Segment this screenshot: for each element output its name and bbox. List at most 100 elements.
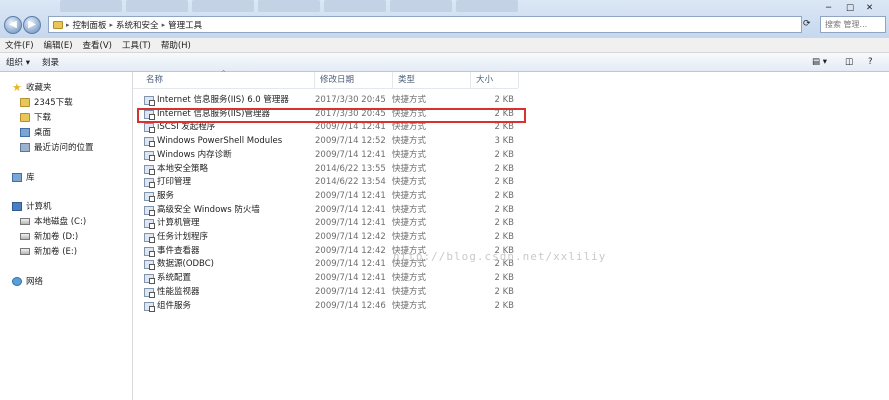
file-date: 2014/6/22 13:55 xyxy=(315,163,386,174)
refresh-icon[interactable]: ⟳ xyxy=(803,19,811,29)
organize-button[interactable]: 组织 ▾ xyxy=(0,56,36,68)
column-header-date[interactable]: 修改日期 xyxy=(315,72,393,88)
navigation-pane: ★ 收藏夹 2345下载 下载 桌面 最近访问的位置 库 计算机 本地磁盘 (C… xyxy=(0,72,133,400)
file-row[interactable]: Windows 内存诊断 2009/7/14 12:41 快捷方式 2 KB xyxy=(141,149,521,162)
back-button[interactable]: ◀ xyxy=(4,16,22,34)
nav-item-downloads[interactable]: 下载 xyxy=(20,111,51,123)
file-date: 2009/7/14 12:46 xyxy=(315,300,386,311)
address-bar[interactable]: ▸ 控制面板 ▸ 系统和安全 ▸ 管理工具 xyxy=(48,16,802,33)
file-name: 组件服务 xyxy=(157,300,192,311)
file-type: 快捷方式 xyxy=(392,163,427,174)
burn-button[interactable]: 刻录 xyxy=(36,56,65,68)
shortcut-icon xyxy=(144,205,155,216)
nav-item-drive-d[interactable]: 新加卷 (D:) xyxy=(20,230,78,242)
taskbar-tab xyxy=(192,0,254,12)
nav-item-recent-places[interactable]: 最近访问的位置 xyxy=(20,141,94,153)
file-row[interactable]: 打印管理 2014/6/22 13:54 快捷方式 2 KB xyxy=(141,176,521,189)
nav-computer[interactable]: 计算机 xyxy=(12,200,52,212)
network-icon xyxy=(12,276,22,286)
shortcut-icon xyxy=(144,287,155,298)
taskbar-tab xyxy=(126,0,188,12)
file-size: 2 KB xyxy=(494,273,514,284)
shortcut-icon xyxy=(144,301,155,312)
file-size: 2 KB xyxy=(494,177,514,188)
shortcut-icon xyxy=(144,274,155,285)
file-type: 快捷方式 xyxy=(392,232,427,242)
breadcrumb-system-security[interactable]: 系统和安全 xyxy=(113,19,162,31)
nav-favorites[interactable]: ★ 收藏夹 xyxy=(12,81,52,94)
taskbar-tab xyxy=(258,0,320,12)
breadcrumb-admin-tools[interactable]: 管理工具 xyxy=(165,19,205,31)
taskbar-tab xyxy=(390,0,452,12)
file-date: 2009/7/14 12:42 xyxy=(315,232,386,242)
file-row[interactable]: 系统配置 2009/7/14 12:41 快捷方式 2 KB xyxy=(141,272,521,285)
file-name: Windows 内存诊断 xyxy=(157,149,232,160)
menu-file[interactable]: 文件(F) xyxy=(0,39,39,51)
file-name: 高级安全 Windows 防火墙 xyxy=(157,204,260,215)
search-input[interactable]: 搜索 管理... xyxy=(820,16,886,33)
menu-help[interactable]: 帮助(H) xyxy=(156,39,196,51)
file-row[interactable]: 高级安全 Windows 防火墙 2009/7/14 12:41 快捷方式 2 KB xyxy=(141,204,521,217)
nav-label: 库 xyxy=(26,173,35,183)
file-date: 2009/7/14 12:41 xyxy=(315,190,386,201)
menu-bar: 文件(F) 编辑(E) 查看(V) 工具(T) 帮助(H) xyxy=(0,38,889,53)
shortcut-icon xyxy=(144,191,155,202)
maximize-icon[interactable]: □ xyxy=(846,3,854,13)
file-size: 2 KB xyxy=(494,122,514,133)
column-header-size[interactable]: 大小 xyxy=(471,72,519,88)
computer-icon xyxy=(12,201,22,211)
file-row[interactable]: Internet 信息服务(IIS) 6.0 管理器 2017/3/30 20:4… xyxy=(141,94,521,107)
shortcut-icon xyxy=(144,164,155,175)
nav-item-2345-downloads[interactable]: 2345下载 xyxy=(20,96,73,108)
minimize-icon[interactable]: ─ xyxy=(826,3,831,13)
file-date: 2017/3/30 20:45 xyxy=(315,95,386,105)
nav-item-drive-e[interactable]: 新加卷 (E:) xyxy=(20,245,77,257)
nav-libraries[interactable]: 库 xyxy=(12,171,35,183)
nav-item-desktop[interactable]: 桌面 xyxy=(20,126,51,138)
file-size: 2 KB xyxy=(494,190,514,201)
file-type: 快捷方式 xyxy=(392,136,427,147)
menu-tools[interactable]: 工具(T) xyxy=(117,39,156,51)
column-header-type[interactable]: 类型 xyxy=(393,72,471,88)
taskbar-tab xyxy=(324,0,386,12)
nav-label: 2345下载 xyxy=(34,98,73,108)
window-titlebar: ─ □ ✕ ◀ ▶ ▸ 控制面板 ▸ 系统和安全 ▸ 管理工具 ⟳ 搜索 管理.… xyxy=(0,0,889,39)
shortcut-icon xyxy=(144,260,155,271)
file-name: 计算机管理 xyxy=(157,218,200,229)
column-header-name[interactable]: 名称 xyxy=(141,72,315,88)
highlight-box xyxy=(137,108,526,123)
file-row[interactable]: 组件服务 2009/7/14 12:46 快捷方式 2 KB xyxy=(141,300,521,313)
drive-icon xyxy=(20,232,30,240)
file-date: 2009/7/14 12:41 xyxy=(315,286,386,297)
forward-button[interactable]: ▶ xyxy=(23,16,41,34)
shortcut-icon xyxy=(144,123,155,134)
nav-item-drive-c[interactable]: 本地磁盘 (C:) xyxy=(20,215,86,227)
shortcut-icon xyxy=(144,96,155,106)
file-row[interactable]: 本地安全策略 2014/6/22 13:55 快捷方式 2 KB xyxy=(141,163,521,176)
file-type: 快捷方式 xyxy=(392,190,427,201)
file-row[interactable]: 计算机管理 2009/7/14 12:41 快捷方式 2 KB xyxy=(141,217,521,230)
file-list: 名称 ^ 修改日期 类型 大小 Internet 信息服务(IIS) 6.0 管… xyxy=(133,70,889,400)
file-name: 事件查看器 xyxy=(157,245,200,256)
help-icon[interactable]: ? xyxy=(868,57,873,67)
menu-edit[interactable]: 编辑(E) xyxy=(39,39,78,51)
shortcut-icon xyxy=(144,233,155,243)
file-row[interactable]: 性能监视器 2009/7/14 12:41 快捷方式 2 KB xyxy=(141,286,521,299)
close-icon[interactable]: ✕ xyxy=(866,3,873,13)
file-name: Windows PowerShell Modules xyxy=(157,136,283,147)
file-type: 快捷方式 xyxy=(392,177,427,188)
nav-label: 收藏夹 xyxy=(26,83,52,93)
view-options-icon[interactable]: ▤ ▾ xyxy=(812,57,827,67)
nav-network[interactable]: 网络 xyxy=(12,275,43,287)
file-size: 2 KB xyxy=(494,218,514,229)
breadcrumb-control-panel[interactable]: 控制面板 xyxy=(70,19,110,31)
file-row[interactable]: iSCSI 发起程序 2009/7/14 12:41 快捷方式 2 KB xyxy=(141,121,521,134)
file-date: 2009/7/14 12:42 xyxy=(315,245,386,256)
menu-view[interactable]: 查看(V) xyxy=(78,39,117,51)
file-row[interactable]: 服务 2009/7/14 12:41 快捷方式 2 KB xyxy=(141,190,521,203)
preview-pane-icon[interactable]: ◫ xyxy=(845,57,853,67)
file-row[interactable]: Windows PowerShell Modules 2009/7/14 12:5… xyxy=(141,135,521,148)
file-size: 2 KB xyxy=(494,149,514,160)
taskbar-tab xyxy=(60,0,122,12)
file-row[interactable]: 任务计划程序 2009/7/14 12:42 快捷方式 2 KB xyxy=(141,231,521,244)
